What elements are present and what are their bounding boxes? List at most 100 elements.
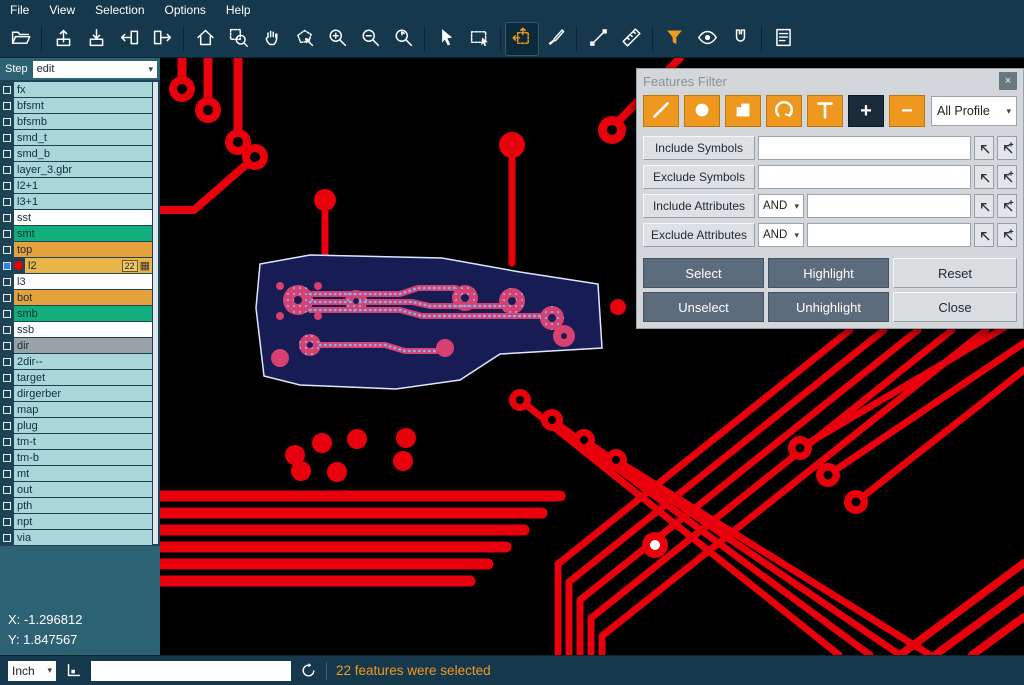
add-mode-button[interactable]: + [848,95,884,127]
layer-checkbox[interactable] [3,454,11,462]
layer-list-scrollbar[interactable] [153,82,158,544]
layer-name[interactable]: tm-t [14,434,152,449]
layer-row-plug[interactable]: plug [0,418,152,433]
layer-name[interactable]: smb [14,306,152,321]
layer-checkbox[interactable] [3,406,11,414]
unselect-button[interactable]: Unselect [643,292,764,322]
layer-name[interactable]: pth [14,498,152,513]
layer-name[interactable]: bot [14,290,152,305]
layer-checkbox[interactable] [3,214,11,222]
layer-checkbox[interactable] [3,102,11,110]
layer-checkbox[interactable] [3,150,11,158]
layer-row-out[interactable]: out [0,482,152,497]
layer-name[interactable]: smd_t [14,130,152,145]
import-arrow-right-button[interactable] [146,23,178,55]
layer-row-l3+1[interactable]: l3+1 [0,194,152,209]
dialog-titlebar[interactable]: Features Filter × [637,69,1023,93]
layer-row-l3[interactable]: l3 [0,274,152,289]
layer-row-mt[interactable]: mt [0,466,152,481]
layer-checkbox[interactable] [3,502,11,510]
layer-name[interactable]: bfsmb [14,114,152,129]
layer-checkbox[interactable] [3,182,11,190]
layer-name[interactable]: smd_b [14,146,152,161]
rect-select-button[interactable] [463,23,495,55]
menu-item-selection[interactable]: Selection [85,1,154,19]
import-arrow-left-button[interactable] [113,23,145,55]
pick-add-button[interactable] [997,194,1017,218]
layer-name[interactable]: out [14,482,152,497]
layer-row-pth[interactable]: pth [0,498,152,513]
menu-item-options[interactable]: Options [155,1,216,19]
layer-name[interactable]: bfsmt [14,98,152,113]
and-operator-select[interactable]: AND▾ [758,223,804,247]
layer-checkbox[interactable] [3,342,11,350]
pick-from-graphic-button[interactable] [974,223,994,247]
layer-row-smb[interactable]: smb [0,306,152,321]
menu-item-help[interactable]: Help [216,1,261,19]
layer-checkbox[interactable] [3,198,11,206]
import-arrow-down-button[interactable] [80,23,112,55]
ruler-button[interactable] [615,23,647,55]
reset-button[interactable]: Reset [893,258,1017,288]
layer-checkbox[interactable] [3,518,11,526]
layer-name[interactable]: smt [14,226,152,241]
layer-name[interactable]: ssb [14,322,152,337]
datum-corner-icon[interactable] [65,662,82,679]
layer-name[interactable]: top [14,242,152,257]
layer-row-top[interactable]: top [0,242,152,257]
layer-checkbox[interactable] [3,310,11,318]
include-symbols-input[interactable] [758,136,971,160]
unit-select[interactable]: Inch ▾ [8,661,56,681]
layer-checkbox[interactable] [3,374,11,382]
layer-row-smd_t[interactable]: smd_t [0,130,152,145]
include-symbols-button[interactable]: Include Symbols [643,136,755,160]
layer-row-dir[interactable]: dir [0,338,152,353]
filter-funnel-button[interactable] [658,23,690,55]
layer-checkbox[interactable] [3,118,11,126]
highlight-button[interactable]: Highlight [768,258,889,288]
arc-tool-button[interactable] [766,95,802,127]
layer-row-tm-b[interactable]: tm-b [0,450,152,465]
layer-name[interactable]: layer_3.gbr [14,162,152,177]
layer-name[interactable]: sst [14,210,152,225]
layer-name[interactable]: l222▦ [25,258,152,273]
layer-name[interactable]: l3 [14,274,152,289]
select-button[interactable]: Select [643,258,764,288]
layer-name[interactable]: plug [14,418,152,433]
import-arrow-up-button[interactable] [47,23,79,55]
pick-add-button[interactable] [997,223,1017,247]
surface-tool-button[interactable] [725,95,761,127]
layer-checkbox[interactable] [3,422,11,430]
exclude-symbols-input[interactable] [758,165,971,189]
pick-from-graphic-button[interactable] [974,165,994,189]
snap-magnet-button[interactable] [724,23,756,55]
layer-name[interactable]: target [14,370,152,385]
pan-hand-button[interactable] [255,23,287,55]
transform-tool-button[interactable] [506,23,538,55]
layer-name[interactable]: map [14,402,152,417]
open-folder-button[interactable] [4,23,36,55]
layer-row-ssb[interactable]: ssb [0,322,152,337]
menu-item-file[interactable]: File [0,1,39,19]
menu-item-view[interactable]: View [39,1,85,19]
layer-name[interactable]: l3+1 [14,194,152,209]
layer-checkbox[interactable] [3,230,11,238]
log-list-button[interactable] [767,23,799,55]
exclude-symbols-button[interactable]: Exclude Symbols [643,165,755,189]
layer-row-via[interactable]: via [0,530,152,545]
canvas-area[interactable]: Features Filter × + − All Profile ▾ Incl… [160,58,1024,655]
text-tool-button[interactable] [807,95,843,127]
command-input[interactable] [91,661,291,681]
layer-row-bot[interactable]: bot [0,290,152,305]
layer-checkbox[interactable] [3,246,11,254]
pad-tool-button[interactable] [684,95,720,127]
zoom-in-button[interactable] [321,23,353,55]
layer-name[interactable]: dirgerber [14,386,152,401]
and-operator-select[interactable]: AND▾ [758,194,804,218]
layer-checkbox[interactable] [3,358,11,366]
zoom-out-button[interactable] [354,23,386,55]
layer-row-npt[interactable]: npt [0,514,152,529]
layer-checkbox[interactable] [3,534,11,542]
layer-checkbox[interactable] [3,166,11,174]
exclude-attributes-button[interactable]: Exclude Attributes [643,223,755,247]
